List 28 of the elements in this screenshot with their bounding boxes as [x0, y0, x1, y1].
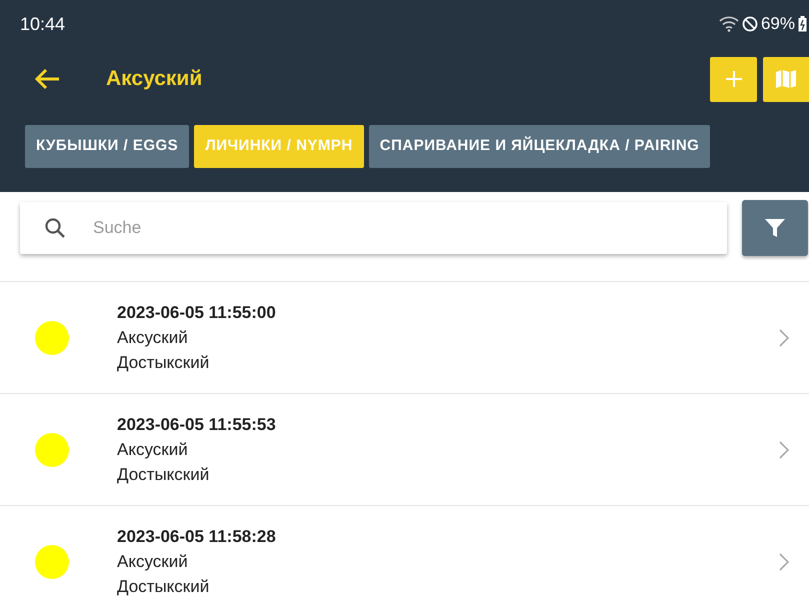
record-row[interactable]: 2023-06-05 11:55:53 Аксуский Достыкский: [0, 393, 809, 505]
do-not-disturb-icon: [742, 16, 758, 32]
wifi-icon: [718, 16, 739, 32]
category-tab[interactable]: СПАРИВАНИЕ И ЯЙЦЕКЛАДКА / PAIRING: [368, 125, 710, 168]
search-field[interactable]: Suche: [93, 215, 727, 241]
chevron-right-icon: [779, 440, 789, 458]
search-icon: [44, 217, 66, 239]
record-subdistrict: Достыкский: [117, 576, 210, 598]
record-datetime: 2023-06-05 11:55:00: [117, 302, 277, 324]
record-datetime: 2023-06-05 11:55:53: [117, 414, 277, 436]
record-subdistrict: Достыкский: [117, 464, 210, 486]
chevron-right-icon: [779, 552, 789, 570]
record-row[interactable]: 2023-06-05 11:55:00 Аксуский Достыкский: [0, 281, 809, 393]
map-icon: [775, 68, 797, 90]
filter-button[interactable]: [742, 200, 808, 256]
record-row[interactable]: 2023-06-05 11:58:28 Аксуский Достыкский: [0, 505, 809, 610]
chevron-right-icon: [779, 328, 789, 346]
record-district: Аксуский: [117, 551, 189, 573]
status-time: 10:44: [20, 12, 66, 36]
record-district: Аксуский: [117, 327, 189, 349]
category-tab[interactable]: КУБЫШКИ / EGGS: [25, 125, 190, 168]
record-subdistrict: Достыкский: [117, 352, 210, 374]
record-datetime: 2023-06-05 11:58:28: [117, 526, 277, 548]
page-title: Аксуский: [106, 66, 202, 92]
plus-icon: [724, 69, 744, 89]
filter-icon: [763, 216, 787, 240]
record-district: Аксуский: [117, 439, 189, 461]
battery-percent: 69%: [760, 13, 795, 36]
